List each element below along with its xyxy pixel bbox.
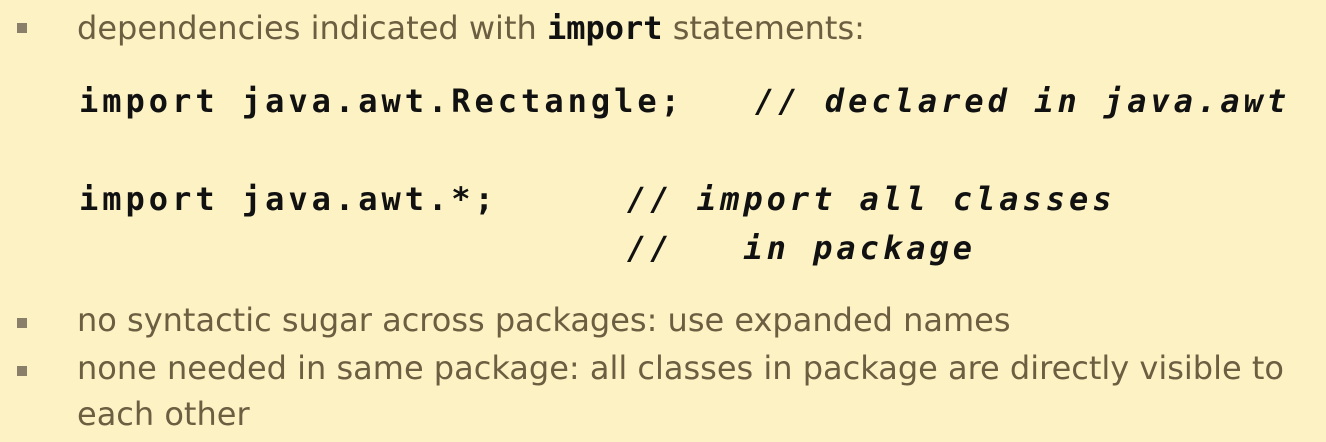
bullet-text-dependencies: dependencies indicated with import state… [77, 4, 865, 52]
code-line-1: import java.awt.Rectangle; [79, 82, 684, 120]
code-comment-1: // declared in java.awt [755, 82, 1291, 120]
bullet-text-syntactic-sugar: no syntactic sugar across packages: use … [77, 301, 1011, 339]
bullet-marker [17, 23, 27, 33]
bullet-marker [17, 366, 27, 376]
bullet-text-same-package-line2: each other [77, 395, 250, 433]
bullet-marker [17, 318, 27, 328]
bullet-text-part: dependencies indicated with [77, 9, 547, 47]
bullet-text-part: statements: [662, 9, 865, 47]
code-comment-2: // import all classes [627, 180, 1116, 218]
import-keyword: import [546, 9, 663, 47]
bullet-text-same-package-line1: none needed in same package: all classes… [77, 349, 1284, 387]
code-line-2: import java.awt.*; [79, 180, 498, 218]
code-comment-3: // in package [627, 229, 976, 267]
